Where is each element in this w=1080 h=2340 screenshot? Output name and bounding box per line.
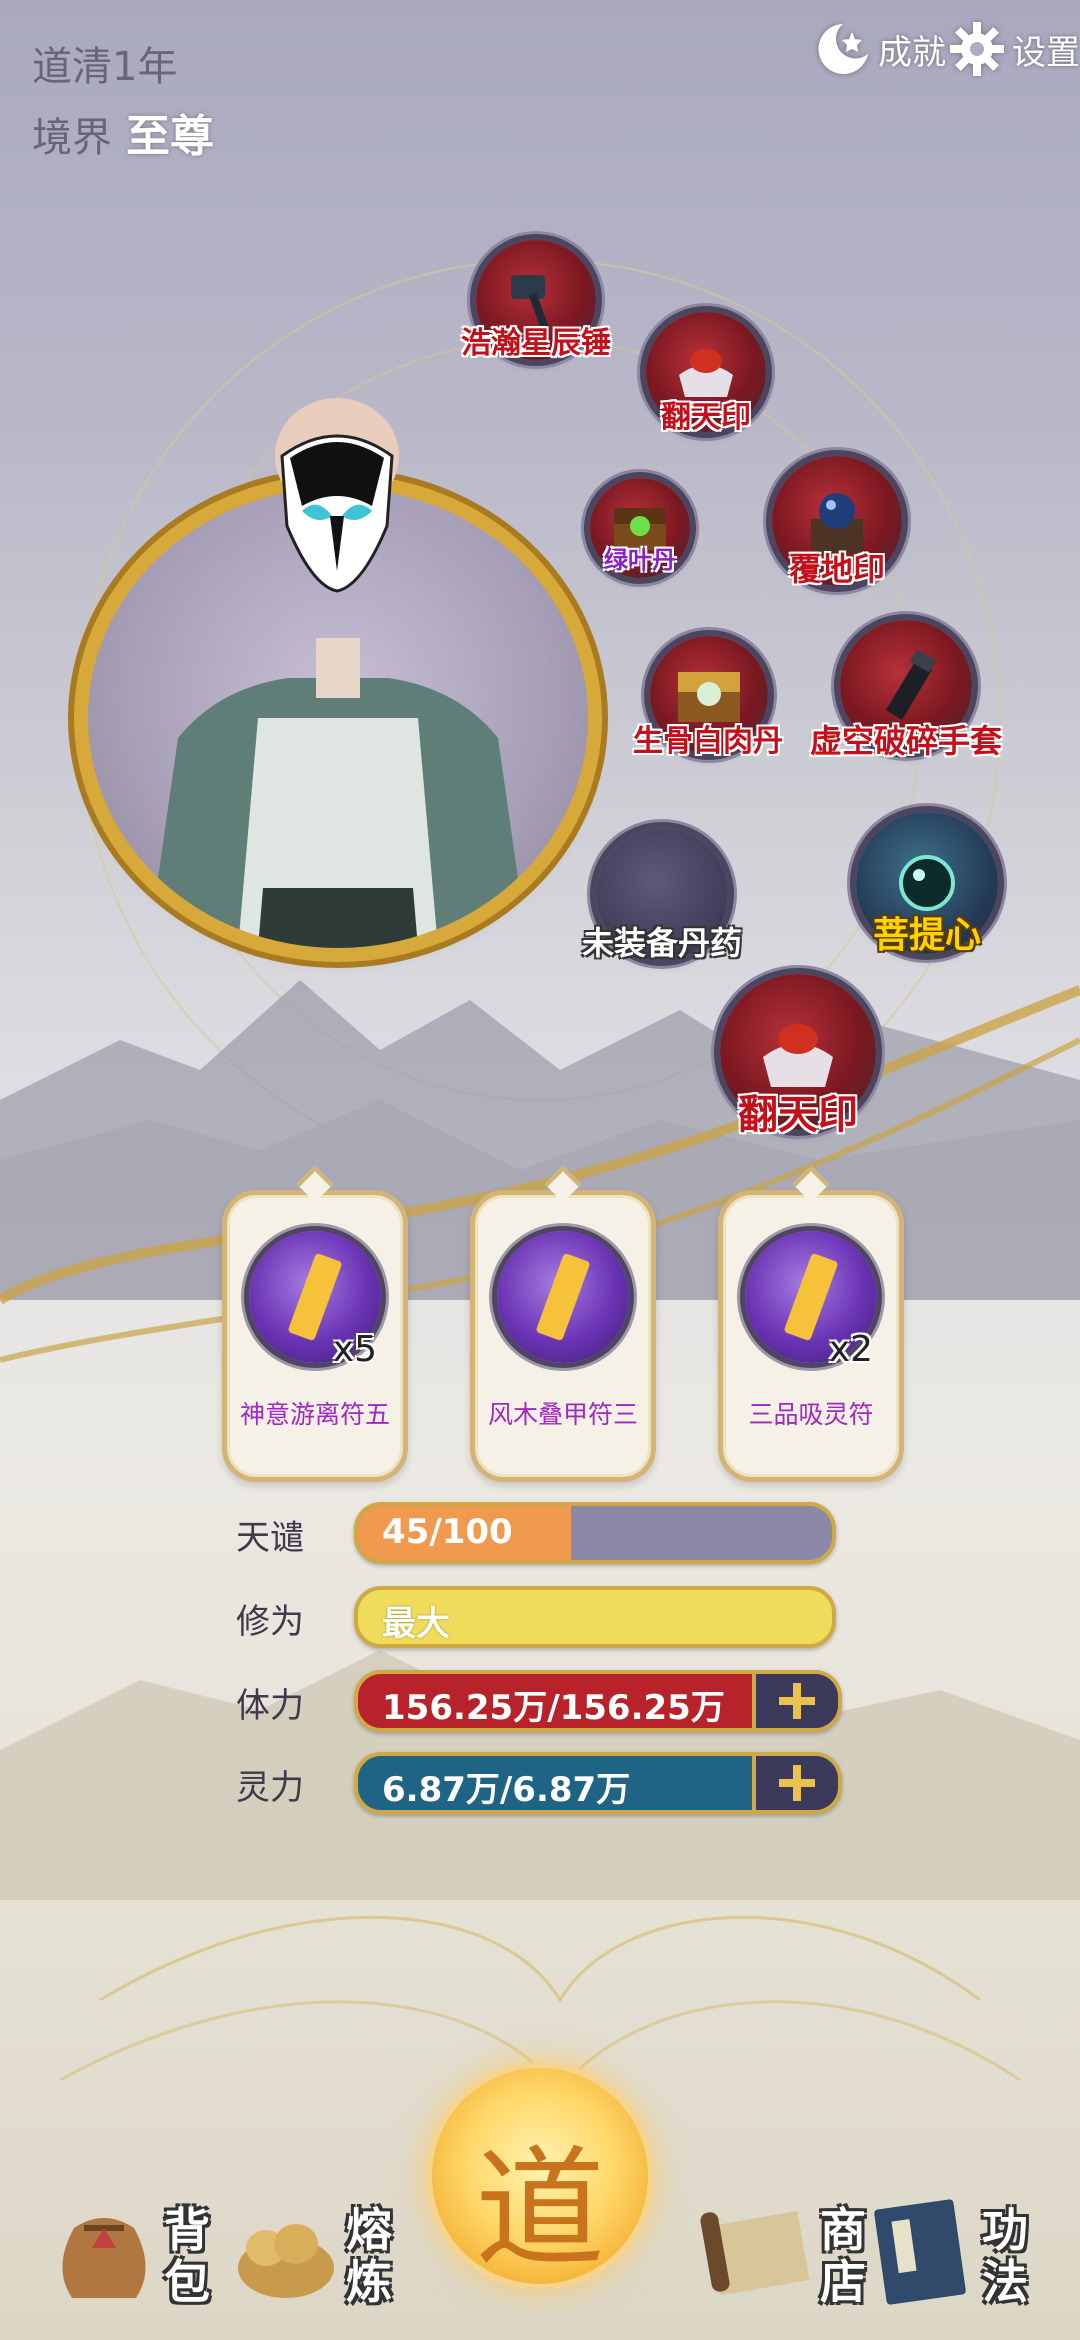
glove-icon [886,649,937,720]
stat-label-tribulation: 天谴 [236,1518,304,1558]
spirit-bar: 6.87万/6.87万 [354,1752,842,1814]
equip-name-seal-top: 翻天印 [661,400,751,435]
realm-label: 境界 [32,115,112,161]
talisman-name: 神意游离符五 [239,1400,390,1429]
nav-skills[interactable]: 功法 [862,2188,1034,2308]
cultivation-value: 最大 [382,1604,450,1644]
settings-icon [950,22,1004,76]
realm-row: 境界 至尊 [32,100,214,164]
stamina-add-button[interactable] [752,1674,838,1728]
scroll-icon [700,2210,810,2296]
stat-label-stamina: 体力 [236,1686,304,1726]
equip-name-pill-green: 绿叶丹 [604,546,676,574]
achievement-icon [818,24,868,74]
talisman-card-1[interactable]: x5 神意游离符五 [222,1190,408,1482]
equip-name-seal-bottom: 翻天印 [738,1092,858,1138]
achievements-button[interactable]: 成就 [812,18,946,80]
settings-button[interactable]: 设置 [946,18,1080,80]
nav-shop[interactable]: 商店 [700,2188,872,2308]
talisman-icon [497,1231,629,1363]
equip-name-empty-pill: 未装备丹药 [581,924,743,962]
dao-button[interactable]: 道 [432,2068,648,2285]
plus-icon [779,1765,815,1801]
equip-name-earth-seal: 覆地印 [788,550,886,588]
dao-label: 道 [474,2133,605,2285]
cultivation-bar: 最大 [354,1586,836,1648]
talisman-name: 风木叠甲符三 [487,1400,638,1429]
bag-icon [62,2218,146,2298]
year-label: 道清1年 [32,44,178,90]
nav-skills-label: 功法 [982,2203,1028,2309]
spirit-value: 6.87万/6.87万 [382,1770,631,1810]
spirit-add-button[interactable] [752,1756,838,1810]
nav-bag[interactable]: 背包 [44,2188,216,2308]
stamina-value: 156.25万/156.25万 [382,1688,725,1728]
tribulation-bar: 45/100 [354,1502,836,1564]
opera-mask-head [275,398,399,593]
book-icon [874,2199,966,2305]
stamina-bar: 156.25万/156.25万 [354,1670,842,1732]
equip-name-pill-bone: 生骨白肉丹 [633,724,783,759]
equip-name-hammer: 浩瀚星辰锤 [461,326,611,361]
nav-bag-label: 背包 [164,2203,210,2309]
smelt-icon [238,2224,334,2298]
equip-name-bodhi: 菩提心 [872,915,982,956]
talisman-count: x5 [332,1329,377,1370]
stat-label-cultivation: 修为 [236,1602,304,1642]
talisman-name: 三品吸灵符 [748,1400,874,1429]
nav-smelt[interactable]: 熔炼 [226,2188,398,2308]
talisman-count: x2 [828,1329,873,1370]
talisman-card-2[interactable]: 风木叠甲符三 [470,1190,656,1482]
talisman-card-3[interactable]: x2 三品吸灵符 [718,1190,904,1482]
tribulation-value: 45/100 [382,1512,513,1552]
equip-name-glove: 虚空破碎手套 [809,722,1003,760]
stat-label-spirit: 灵力 [236,1768,304,1808]
plus-icon [779,1683,815,1719]
achievements-label: 成就 [878,32,946,73]
nav-smelt-label: 熔炼 [346,2203,392,2309]
settings-label: 设置 [1012,32,1080,73]
realm-value: 至尊 [126,111,214,162]
